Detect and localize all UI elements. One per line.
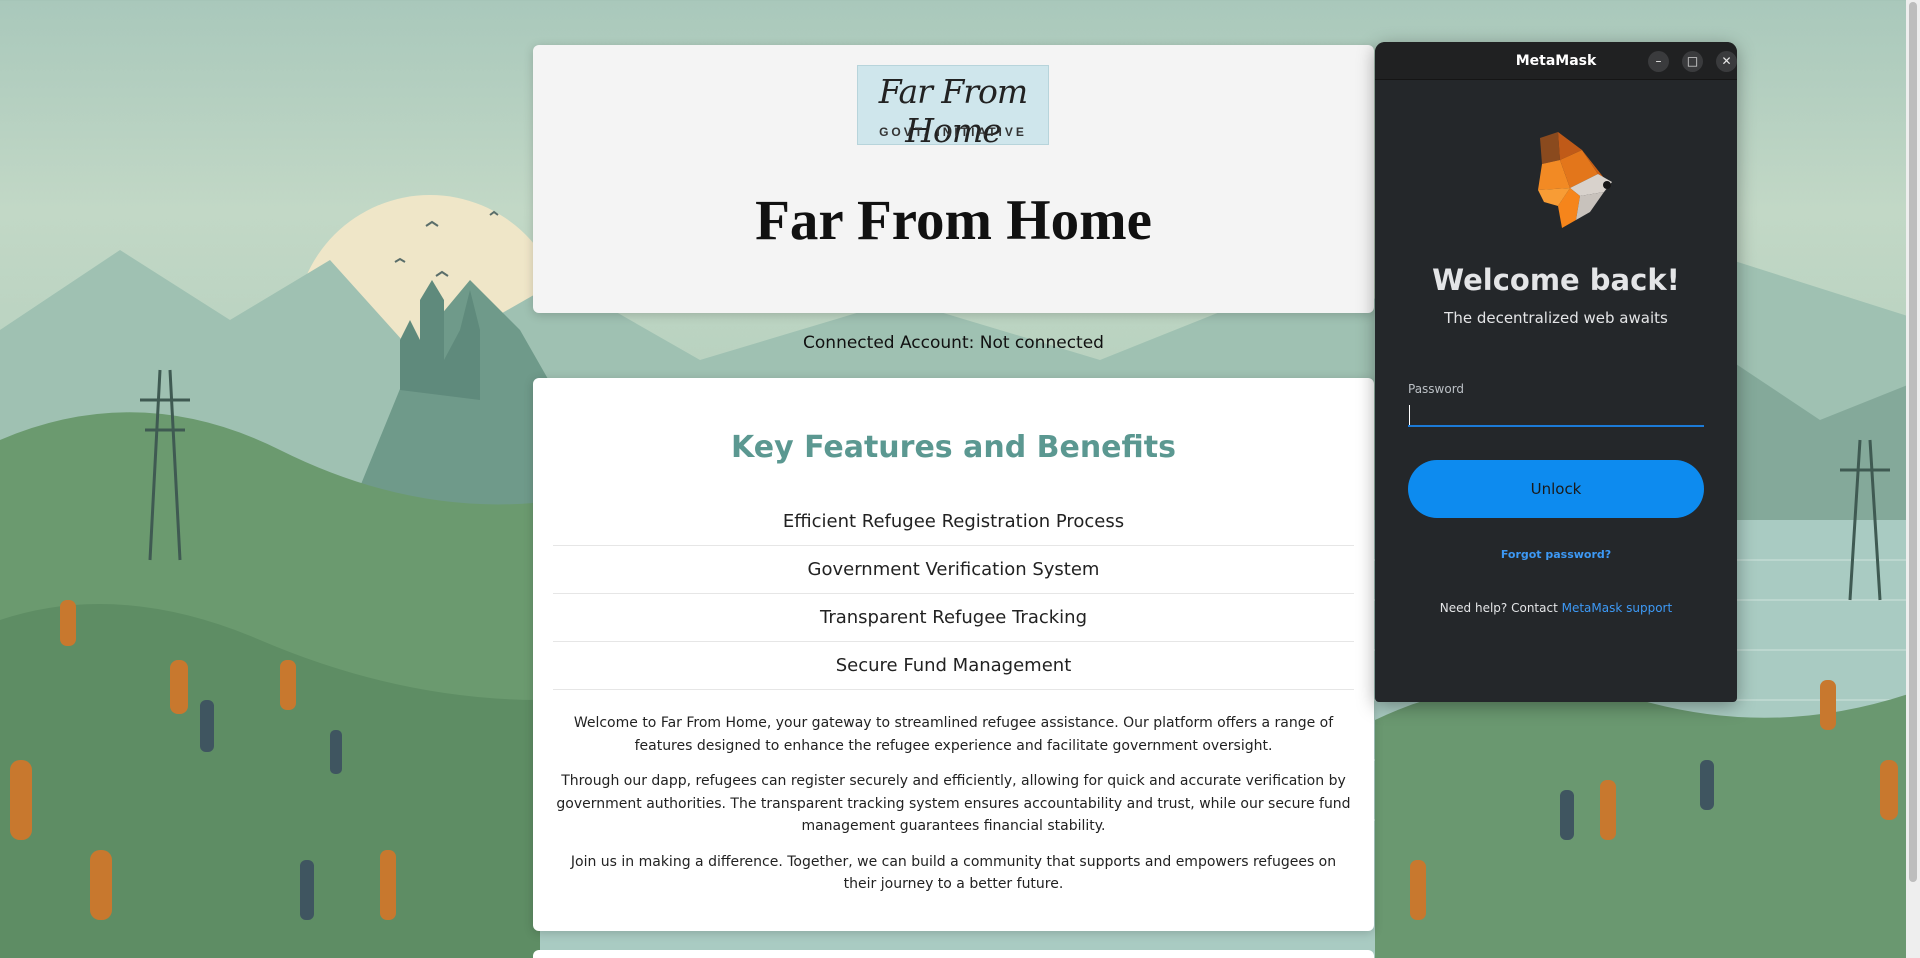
help-text: Need help? Contact MetaMask support [1375,601,1737,615]
unlock-button[interactable]: Unlock [1408,460,1704,518]
feature-item: Secure Fund Management [553,642,1354,690]
connected-account-status: Connected Account: Not connected [803,333,1104,353]
close-icon[interactable]: ✕ [1716,51,1737,72]
forgot-password-link[interactable]: Forgot password? [1375,548,1737,561]
description-text: Welcome to Far From Home, your gateway t… [555,712,1352,909]
metamask-fox-icon [1538,132,1612,228]
section-title: Key Features and Benefits [731,430,1176,465]
logo-subtitle: GOVT. INITIATIVE [879,125,1027,139]
hero-card: Far From Home GOVT. INITIATIVE Far From … [533,45,1374,313]
feature-item: Transparent Refugee Tracking [553,594,1354,642]
metamask-window: MetaMask – □ ✕ Welcome back! The decentr… [1375,42,1737,702]
metamask-support-link[interactable]: MetaMask support [1562,601,1673,615]
features-list: Efficient Refugee Registration Process G… [553,498,1354,690]
next-card-edge [533,950,1374,958]
page-title: Far From Home [755,189,1152,252]
metamask-titlebar[interactable]: MetaMask – □ ✕ [1375,42,1737,80]
feature-item: Government Verification System [553,546,1354,594]
help-prefix: Need help? Contact [1439,601,1562,615]
maximize-icon[interactable]: □ [1682,51,1703,72]
welcome-heading: Welcome back! [1432,263,1680,297]
site-logo[interactable]: Far From Home GOVT. INITIATIVE [857,65,1049,150]
minimize-icon[interactable]: – [1648,51,1669,72]
text-caret [1409,405,1410,425]
right-hill [1375,684,1920,958]
password-input[interactable] [1408,399,1704,427]
description-paragraph: Welcome to Far From Home, your gateway t… [573,715,1334,754]
password-label: Password [1408,382,1465,396]
page-scrollbar[interactable] [1906,0,1920,958]
description-paragraph: Through our dapp, refugees can register … [556,773,1351,834]
scrollbar-thumb[interactable] [1909,2,1917,882]
welcome-tagline: The decentralized web awaits [1444,309,1668,327]
description-paragraph: Join us in making a difference. Together… [570,853,1337,893]
feature-item: Efficient Refugee Registration Process [553,498,1354,546]
features-card: Key Features and Benefits Efficient Refu… [533,378,1374,931]
